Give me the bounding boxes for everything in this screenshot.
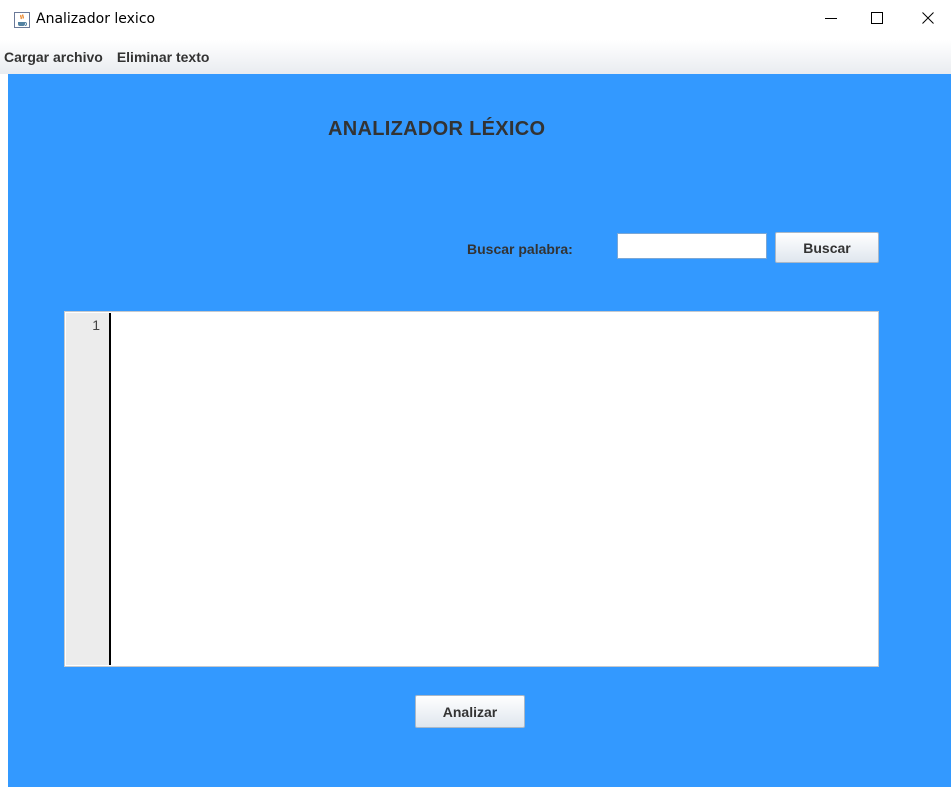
main-panel: ANALIZADOR LÉXICO Buscar palabra: Buscar… xyxy=(8,74,951,787)
minimize-icon xyxy=(825,9,837,28)
menu-item-clear-text[interactable]: Eliminar texto xyxy=(110,40,217,66)
menu-bar: Cargar archivo Eliminar texto xyxy=(0,40,951,74)
page-title: ANALIZADOR LÉXICO xyxy=(328,118,546,140)
line-number: 1 xyxy=(92,317,100,333)
line-number-gutter: 1 xyxy=(66,313,111,665)
minimize-button[interactable] xyxy=(808,0,854,36)
java-coffee-icon xyxy=(14,12,30,28)
source-text-area[interactable] xyxy=(112,313,877,665)
menu-item-load-file[interactable]: Cargar archivo xyxy=(0,40,110,66)
search-input[interactable] xyxy=(617,233,767,259)
title-bar[interactable]: Analizador lexico xyxy=(0,0,951,40)
close-icon xyxy=(922,9,934,28)
maximize-icon xyxy=(871,9,883,28)
analyze-button[interactable]: Analizar xyxy=(415,695,525,728)
code-editor: 1 xyxy=(64,311,879,667)
search-label: Buscar palabra: xyxy=(467,241,573,257)
app-window: Analizador lexico Cargar archivo Elimina… xyxy=(0,0,951,787)
maximize-button[interactable] xyxy=(854,0,900,36)
close-button[interactable] xyxy=(905,0,951,36)
window-title: Analizador lexico xyxy=(36,11,156,27)
search-button[interactable]: Buscar xyxy=(775,232,879,263)
